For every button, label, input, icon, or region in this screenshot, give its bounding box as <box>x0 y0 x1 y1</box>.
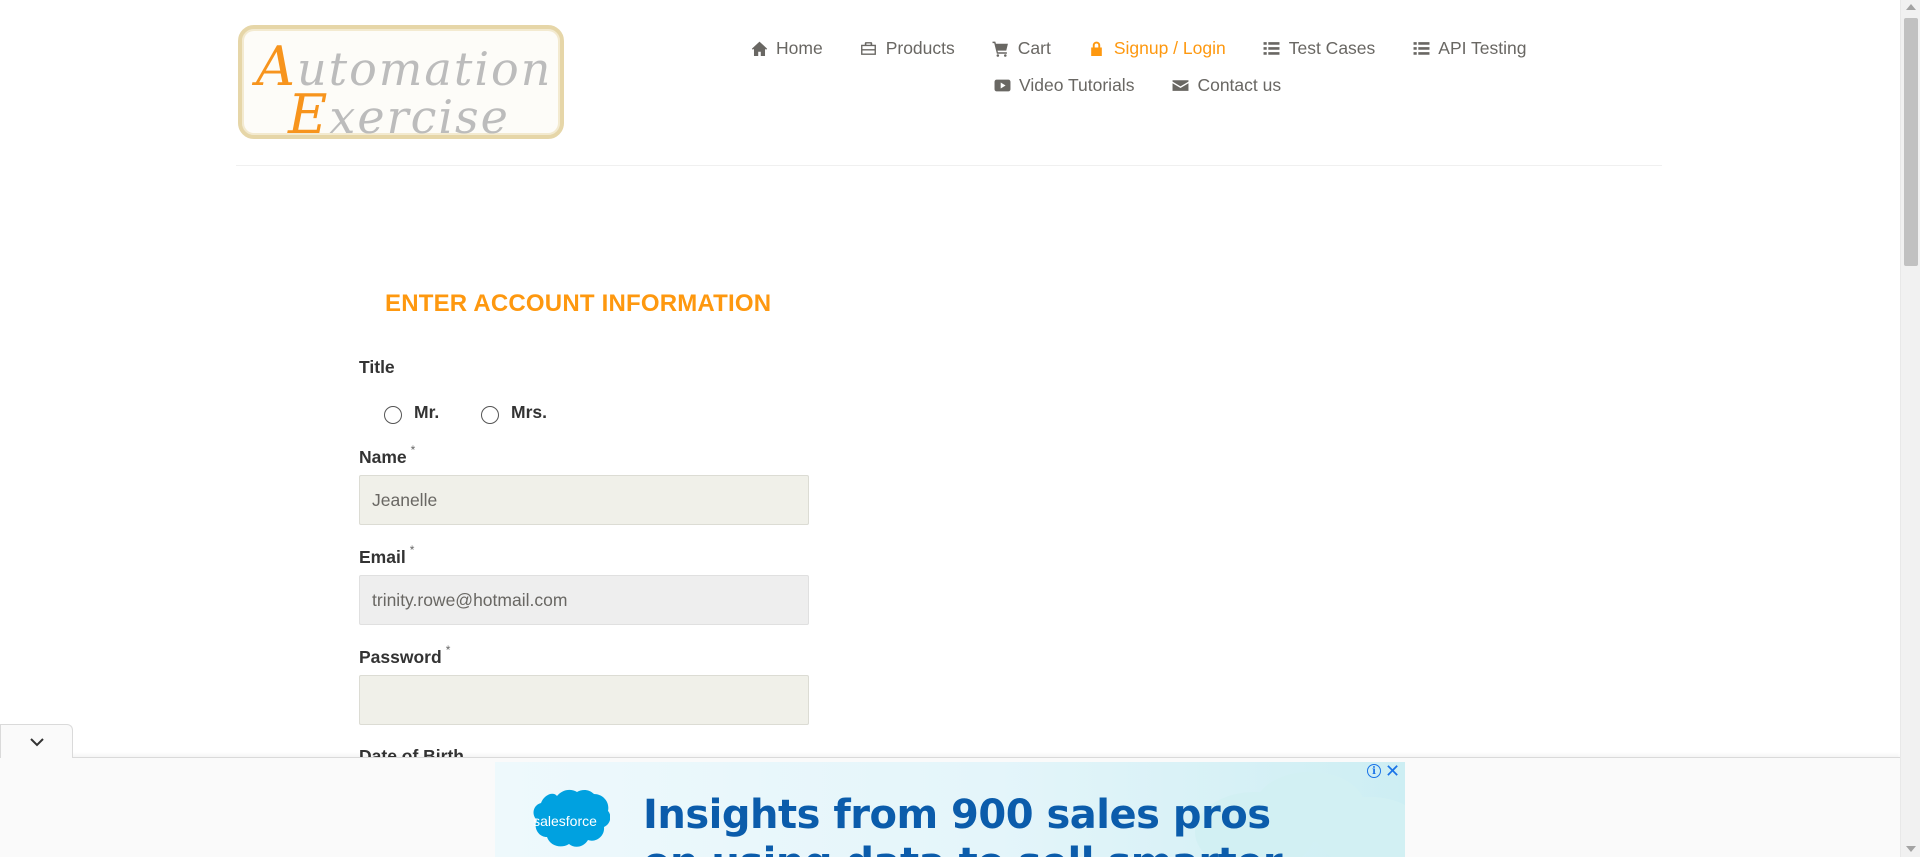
nav-test-cases-label: Test Cases <box>1288 38 1376 58</box>
nav-home-label: Home <box>776 38 823 58</box>
scroll-down-arrow-icon[interactable] <box>1906 846 1916 852</box>
nav-cart[interactable]: Cart <box>992 38 1051 59</box>
ad-info-icon[interactable]: i <box>1367 764 1381 778</box>
name-input[interactable]: Jeanelle <box>359 475 809 525</box>
nav-test-cases[interactable]: Test Cases <box>1263 38 1376 59</box>
nav-products[interactable]: Products <box>860 38 955 59</box>
email-label: Email * <box>359 543 415 567</box>
nav-signup-login[interactable]: Signup / Login <box>1088 38 1226 59</box>
radio-mrs[interactable] <box>481 406 499 424</box>
salesforce-ad[interactable]: salesforce Insights from 900 sales pros … <box>495 762 1405 857</box>
site-header: Automation Exercise Home Products Cart S… <box>236 0 1662 166</box>
form-heading: ENTER ACCOUNT INFORMATION <box>385 290 772 317</box>
site-logo[interactable]: Automation Exercise <box>238 25 564 146</box>
list-icon <box>1412 40 1430 58</box>
radio-mrs-label: Mrs. <box>511 401 547 422</box>
name-label: Name * <box>359 443 416 467</box>
nav-signup-login-label: Signup / Login <box>1113 38 1226 58</box>
nav-video-tutorials[interactable]: Video Tutorials <box>993 75 1134 96</box>
nav-api-testing[interactable]: API Testing <box>1412 38 1526 59</box>
svg-text:salesforce: salesforce <box>533 813 597 829</box>
title-option-mr[interactable]: Mr. <box>384 400 439 424</box>
nav-home[interactable]: Home <box>750 38 823 59</box>
scroll-up-arrow-icon[interactable] <box>1906 4 1916 10</box>
page-scrollbar[interactable] <box>1900 0 1920 857</box>
radio-mr[interactable] <box>384 406 402 424</box>
briefcase-icon <box>860 40 878 58</box>
nav-products-label: Products <box>885 38 955 58</box>
scroll-thumb[interactable] <box>1904 18 1918 266</box>
password-label: Password * <box>359 643 451 667</box>
logo-line-2: Exercise <box>288 83 510 146</box>
password-input[interactable] <box>359 675 809 725</box>
nav-contact-us[interactable]: Contact us <box>1171 75 1281 96</box>
email-input[interactable]: trinity.rowe@hotmail.com <box>359 575 809 625</box>
nav-contact-us-label: Contact us <box>1197 75 1282 95</box>
cart-icon <box>992 40 1010 58</box>
home-icon <box>750 40 768 58</box>
chevron-down-icon <box>29 737 44 746</box>
ad-headline-line2: on using data to sell smarter <box>643 840 1283 857</box>
title-label: Title <box>359 357 395 377</box>
title-option-mrs[interactable]: Mrs. <box>481 400 547 424</box>
youtube-play-icon <box>993 77 1011 95</box>
ad-collapse-toggle[interactable] <box>0 724 73 758</box>
ad-headline: Insights from 900 sales pros <box>643 792 1271 838</box>
nav-cart-label: Cart <box>1017 38 1051 58</box>
nav-video-tutorials-label: Video Tutorials <box>1019 75 1135 95</box>
nav-api-testing-label: API Testing <box>1438 38 1527 58</box>
envelope-icon <box>1171 77 1189 95</box>
ad-close-icon[interactable]: ✕ <box>1385 762 1400 782</box>
salesforce-logo: salesforce <box>533 789 610 847</box>
list-icon <box>1263 40 1281 58</box>
lock-icon <box>1088 40 1106 58</box>
radio-mr-label: Mr. <box>414 401 440 422</box>
